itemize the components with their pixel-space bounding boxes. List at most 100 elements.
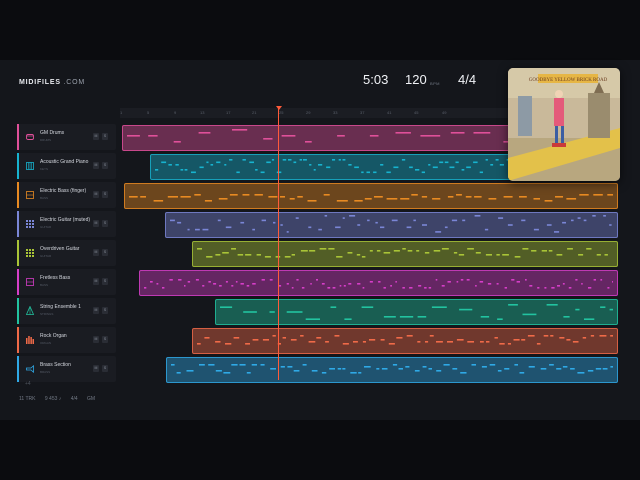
solo-button[interactable]: S	[102, 220, 108, 227]
track-lane[interactable]	[120, 269, 620, 296]
midi-note	[148, 135, 158, 137]
midi-note	[584, 318, 595, 320]
midi-note	[604, 254, 608, 256]
midi-note	[447, 196, 454, 198]
midi-note	[176, 372, 181, 374]
solo-button[interactable]: S	[102, 307, 108, 314]
add-track-button[interactable]: +4	[25, 381, 31, 387]
midi-note	[572, 341, 579, 343]
midi-note	[413, 219, 416, 222]
midi-note	[570, 368, 575, 370]
midi-note	[435, 279, 438, 281]
midi-note	[299, 159, 302, 161]
midi-note	[409, 166, 413, 169]
midi-note	[329, 368, 335, 370]
track-category: KEYS	[40, 167, 49, 171]
midi-note	[215, 370, 222, 372]
mute-button[interactable]: M	[93, 278, 99, 285]
track-header-overdriven-guitar[interactable]: Overdriven Guitar GUITAR M S	[17, 240, 116, 266]
midi-note	[456, 194, 462, 196]
midi-note	[144, 287, 147, 289]
solo-button[interactable]: S	[102, 336, 108, 343]
mute-button[interactable]: M	[93, 365, 99, 372]
mute-button[interactable]: M	[93, 162, 99, 169]
track-header-gm-drums[interactable]: GM Drums DRUMS M S	[17, 124, 116, 150]
track-lane[interactable]	[120, 356, 620, 383]
time-signature-display[interactable]: 4/4	[458, 72, 476, 87]
track-header-electric-guitar-muted[interactable]: Electric Guitar (muted) GUITAR M S	[17, 211, 116, 237]
midi-note	[297, 196, 303, 198]
midi-note	[198, 132, 211, 134]
track-header-fretless-bass[interactable]: Fretless Bass BASS M S	[17, 269, 116, 295]
mute-button[interactable]: M	[93, 307, 99, 314]
midi-note	[162, 287, 165, 289]
solo-button[interactable]: S	[102, 191, 108, 198]
midi-note	[496, 254, 500, 256]
midi-clip[interactable]	[166, 357, 618, 383]
midi-clip[interactable]	[192, 241, 618, 267]
track-color-bar	[17, 153, 19, 179]
midi-clip[interactable]	[139, 270, 618, 296]
midi-note	[488, 198, 497, 200]
midi-note	[286, 311, 303, 313]
track-header-electric-bass-finger[interactable]: Electric Bass (finger) BASS M S	[17, 182, 116, 208]
track-lane[interactable]	[120, 240, 620, 267]
midi-clip[interactable]	[124, 183, 618, 209]
midi-note	[456, 281, 459, 283]
midi-note	[186, 370, 194, 372]
midi-note	[587, 370, 594, 372]
midi-note	[497, 370, 502, 372]
mute-button[interactable]: M	[93, 220, 99, 227]
mute-button[interactable]: M	[93, 336, 99, 343]
track-header-acoustic-grand-piano[interactable]: Acoustic Grand Piano KEYS M S	[17, 153, 116, 179]
track-lane[interactable]	[120, 298, 620, 325]
midi-note	[296, 279, 299, 281]
midi-note	[562, 283, 565, 285]
playhead[interactable]	[278, 108, 279, 380]
midi-note	[480, 316, 490, 318]
midi-note	[357, 283, 361, 285]
mute-button[interactable]: M	[93, 133, 99, 140]
midi-clip[interactable]	[215, 299, 618, 325]
midi-note	[169, 279, 173, 281]
midi-note	[607, 194, 613, 196]
track-header-string-ensemble-1[interactable]: String Ensemble 1 STRINGS M S	[17, 298, 116, 324]
midi-note	[460, 372, 467, 374]
brand-logo[interactable]: MIDIFILES .COM	[19, 79, 85, 86]
midi-note	[543, 335, 549, 337]
track-color-bar	[17, 182, 19, 208]
midi-note	[305, 141, 312, 143]
playhead-handle[interactable]	[276, 106, 282, 110]
solo-button[interactable]: S	[102, 278, 108, 285]
track-header-brass-section[interactable]: Brass Section BRASS M S	[17, 356, 116, 382]
midi-note	[318, 228, 322, 231]
track-name: Rock Organ	[40, 333, 67, 339]
midi-note	[499, 343, 505, 345]
midi-note	[252, 283, 256, 285]
solo-button[interactable]: S	[102, 365, 108, 372]
track-header-rock-organ[interactable]: Rock Organ ORGAN M S	[17, 327, 116, 353]
track-lane[interactable]	[120, 327, 620, 354]
midi-note	[266, 161, 271, 164]
midi-note	[263, 138, 273, 140]
solo-button[interactable]: S	[102, 249, 108, 256]
midi-note	[525, 279, 527, 281]
midi-note	[161, 161, 167, 164]
midi-note	[511, 279, 515, 281]
midi-note	[373, 171, 377, 174]
midi-note	[272, 335, 276, 337]
mute-button[interactable]: M	[93, 191, 99, 198]
track-lane[interactable]	[120, 182, 620, 209]
solo-button[interactable]: S	[102, 162, 108, 169]
note-count: 9 453 ♪	[44, 396, 62, 402]
track-lane[interactable]	[120, 211, 620, 238]
midi-clip[interactable]	[165, 212, 618, 238]
tempo-display[interactable]: 120	[405, 72, 427, 87]
midi-note	[471, 364, 476, 366]
solo-button[interactable]: S	[102, 133, 108, 140]
midi-note	[223, 372, 231, 374]
midi-note	[546, 304, 558, 306]
mute-button[interactable]: M	[93, 249, 99, 256]
midi-note	[495, 159, 499, 161]
midi-clip[interactable]	[192, 328, 618, 354]
